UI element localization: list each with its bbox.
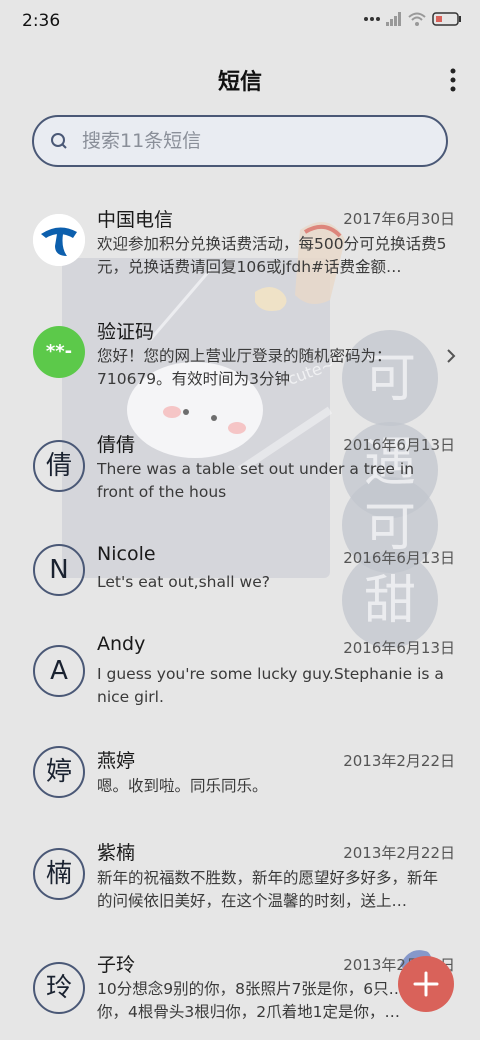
message-row[interactable]: 中国电信 2017年6月30日 欢迎参加积分兑换话费活动，每500分可兑换话费5…: [0, 190, 480, 300]
message-row[interactable]: 楠 紫楠 2013年2月22日 新年的祝福数不胜数，新年的愿望好多好多，新年的问…: [0, 826, 480, 936]
avatar-verification: **-: [33, 326, 85, 378]
avatar: 婷: [33, 746, 85, 798]
new-message-button[interactable]: [398, 956, 454, 1012]
search-bar[interactable]: [32, 115, 448, 167]
contact-name: 紫楠: [97, 842, 136, 864]
contact-name: 燕婷: [97, 750, 136, 772]
contact-name: Nicole: [97, 543, 156, 565]
contact-name: 倩倩: [97, 434, 136, 456]
more-vertical-icon[interactable]: [448, 68, 458, 92]
message-preview: 欢迎参加积分兑换话费活动，每500分可兑换话费5元，兑换话费请回复106或jfd…: [97, 235, 447, 276]
status-icons: [364, 12, 462, 26]
search-input[interactable]: [82, 117, 432, 165]
telecom-logo-icon: [33, 214, 85, 266]
contact-name: 子玲: [97, 954, 136, 976]
battery-icon: [432, 12, 461, 26]
title-bar: 短信: [0, 52, 480, 106]
message-date: 2016年6月13日: [343, 549, 455, 567]
message-preview: 新年的祝福数不胜数，新年的愿望好多好多，新年的问候依旧美好，在这个温馨的时刻，送…: [97, 869, 439, 910]
message-preview: 您好！您的网上营业厅登录的随机密码为：710679。有效时间为3分钟: [97, 347, 392, 388]
status-time: 2:36: [22, 11, 61, 31]
avatar: N: [33, 544, 85, 596]
plus-icon: [413, 971, 439, 997]
message-preview: There was a table set out under a tree i…: [97, 460, 415, 501]
message-row[interactable]: A Andy 2016年6月13日 I guess you're some lu…: [0, 620, 480, 730]
message-row[interactable]: **- 验证码 您好！您的网上营业厅登录的随机密码为：710679。有效时间为3…: [0, 302, 480, 412]
message-preview: I guess you're some lucky guy.Stephanie …: [97, 665, 444, 706]
message-date: 2017年6月30日: [343, 210, 455, 228]
message-date: 2016年6月13日: [343, 639, 455, 657]
signal-icon: [386, 12, 401, 26]
chevron-right-icon[interactable]: [446, 348, 456, 364]
avatar-china-telecom: [33, 214, 85, 266]
message-date: 2013年2月22日: [343, 752, 455, 770]
message-date: 2016年6月13日: [343, 436, 455, 454]
search-icon: [51, 133, 67, 149]
status-bar: 2:36: [0, 0, 480, 44]
message-row[interactable]: 倩 倩倩 2016年6月13日 There was a table set ou…: [0, 416, 480, 526]
page-title: 短信: [217, 70, 262, 95]
contact-name: 中国电信: [97, 209, 174, 231]
wifi-icon: [408, 12, 426, 26]
avatar: 倩: [33, 440, 85, 492]
contact-name: Andy: [97, 633, 146, 655]
contact-name: 验证码: [97, 321, 155, 343]
avatar: 玲: [33, 962, 85, 1014]
avatar: A: [33, 645, 85, 697]
notification-dots-icon: [364, 17, 380, 21]
message-preview: 嗯。收到啦。同乐同乐。: [97, 777, 268, 795]
message-date: 2013年2月22日: [343, 844, 455, 862]
avatar: 楠: [33, 848, 85, 900]
message-preview: Let's eat out,shall we?: [97, 573, 270, 591]
